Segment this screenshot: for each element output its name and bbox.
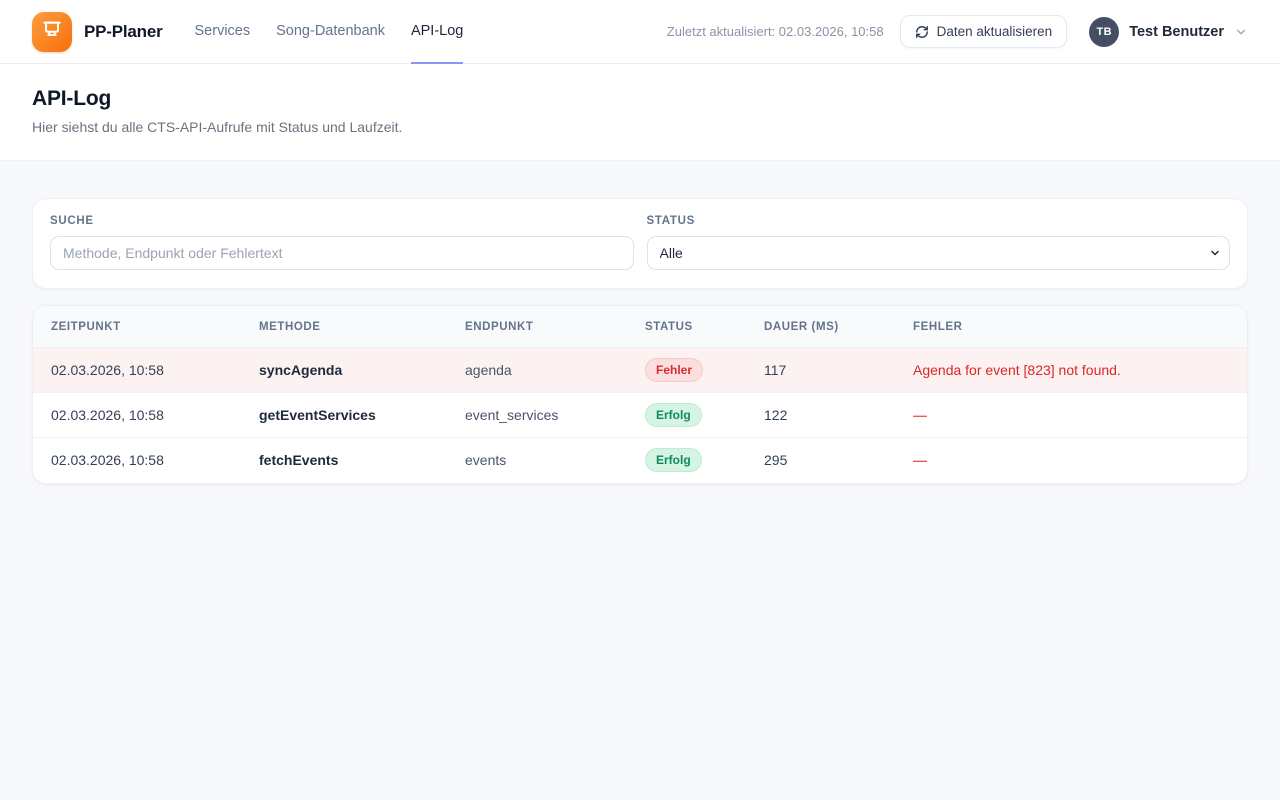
- page-title: API-Log: [32, 87, 1248, 111]
- column-header-fehler: FEHLER: [901, 306, 1247, 348]
- cell-endpunkt: agenda: [453, 348, 633, 393]
- cell-zeitpunkt: 02.03.2026, 10:58: [33, 348, 247, 393]
- column-header-methode: METHODE: [247, 306, 453, 348]
- cell-methode: fetchEvents: [247, 438, 453, 483]
- refresh-data-button[interactable]: Daten aktualisieren: [900, 15, 1068, 48]
- cell-fehler: —: [901, 438, 1247, 483]
- table-row: 02.03.2026, 10:58syncAgendaagenda Fehler 1…: [33, 348, 1247, 393]
- chevron-down-icon: [1234, 25, 1248, 39]
- status-badge: Erfolg: [645, 403, 702, 427]
- cell-fehler: —: [901, 393, 1247, 438]
- nav-item-song-datenbank[interactable]: Song-Datenbank: [276, 0, 385, 64]
- search-field-group: SUCHE: [50, 215, 634, 270]
- cell-endpunkt: event_services: [453, 393, 633, 438]
- refresh-icon: [915, 25, 929, 39]
- page-header: API-Log Hier siehst du alle CTS-API-Aufr…: [0, 64, 1280, 161]
- cell-endpunkt: events: [453, 438, 633, 483]
- table-row: 02.03.2026, 10:58getEventServicesevent_s…: [33, 393, 1247, 438]
- column-header-zeitpunkt: ZEITPUNKT: [33, 306, 247, 348]
- api-log-table: ZEITPUNKT METHODE ENDPUNKT STATUS DAUER …: [33, 306, 1247, 483]
- status-badge: Fehler: [645, 358, 703, 382]
- cell-status: Fehler: [633, 348, 752, 393]
- status-label: STATUS: [647, 215, 1231, 227]
- refresh-button-label: Daten aktualisieren: [937, 24, 1053, 39]
- page-subtitle: Hier siehst du alle CTS-API-Aufrufe mit …: [32, 119, 1248, 135]
- status-select-wrap: Alle: [647, 236, 1231, 270]
- avatar: TB: [1089, 17, 1119, 47]
- status-select[interactable]: Alle: [647, 236, 1231, 270]
- main-nav: Services Song-Datenbank API-Log: [195, 0, 464, 64]
- user-menu[interactable]: TB Test Benutzer: [1083, 17, 1248, 47]
- brand-name: PP-Planer: [84, 22, 163, 42]
- cell-methode: syncAgenda: [247, 348, 453, 393]
- status-field-group: STATUS Alle: [647, 215, 1231, 270]
- cell-status: Erfolg: [633, 393, 752, 438]
- cell-status: Erfolg: [633, 438, 752, 483]
- column-header-dauer: DAUER (MS): [752, 306, 901, 348]
- table-header: ZEITPUNKT METHODE ENDPUNKT STATUS DAUER …: [33, 306, 1247, 348]
- last-updated-text: Zuletzt aktualisiert: 02.03.2026, 10:58: [667, 24, 884, 39]
- cell-dauer: 295: [752, 438, 901, 483]
- search-input[interactable]: [50, 236, 634, 270]
- search-label: SUCHE: [50, 215, 634, 227]
- cell-methode: getEventServices: [247, 393, 453, 438]
- user-name: Test Benutzer: [1129, 24, 1224, 40]
- filter-card: SUCHE STATUS Alle: [32, 198, 1248, 289]
- nav-item-api-log[interactable]: API-Log: [411, 0, 463, 64]
- table-row: 02.03.2026, 10:58fetchEventsevents Erfolg…: [33, 438, 1247, 483]
- main-content: SUCHE STATUS Alle: [0, 161, 1280, 484]
- app-logo: [32, 12, 72, 52]
- cell-zeitpunkt: 02.03.2026, 10:58: [33, 393, 247, 438]
- presentation-board-icon: [41, 18, 63, 45]
- cell-dauer: 117: [752, 348, 901, 393]
- nav-item-services[interactable]: Services: [195, 0, 251, 64]
- column-header-status: STATUS: [633, 306, 752, 348]
- top-bar: PP-Planer Services Song-Datenbank API-Lo…: [0, 0, 1280, 64]
- cell-zeitpunkt: 02.03.2026, 10:58: [33, 438, 247, 483]
- top-bar-right: Zuletzt aktualisiert: 02.03.2026, 10:58 …: [667, 15, 1248, 48]
- column-header-endpunkt: ENDPUNKT: [453, 306, 633, 348]
- status-badge: Erfolg: [645, 448, 702, 472]
- api-log-table-card: ZEITPUNKT METHODE ENDPUNKT STATUS DAUER …: [32, 305, 1248, 484]
- cell-dauer: 122: [752, 393, 901, 438]
- log-table-body: 02.03.2026, 10:58syncAgendaagenda Fehler 1…: [33, 348, 1247, 483]
- cell-fehler: Agenda for event [823] not found.: [901, 348, 1247, 393]
